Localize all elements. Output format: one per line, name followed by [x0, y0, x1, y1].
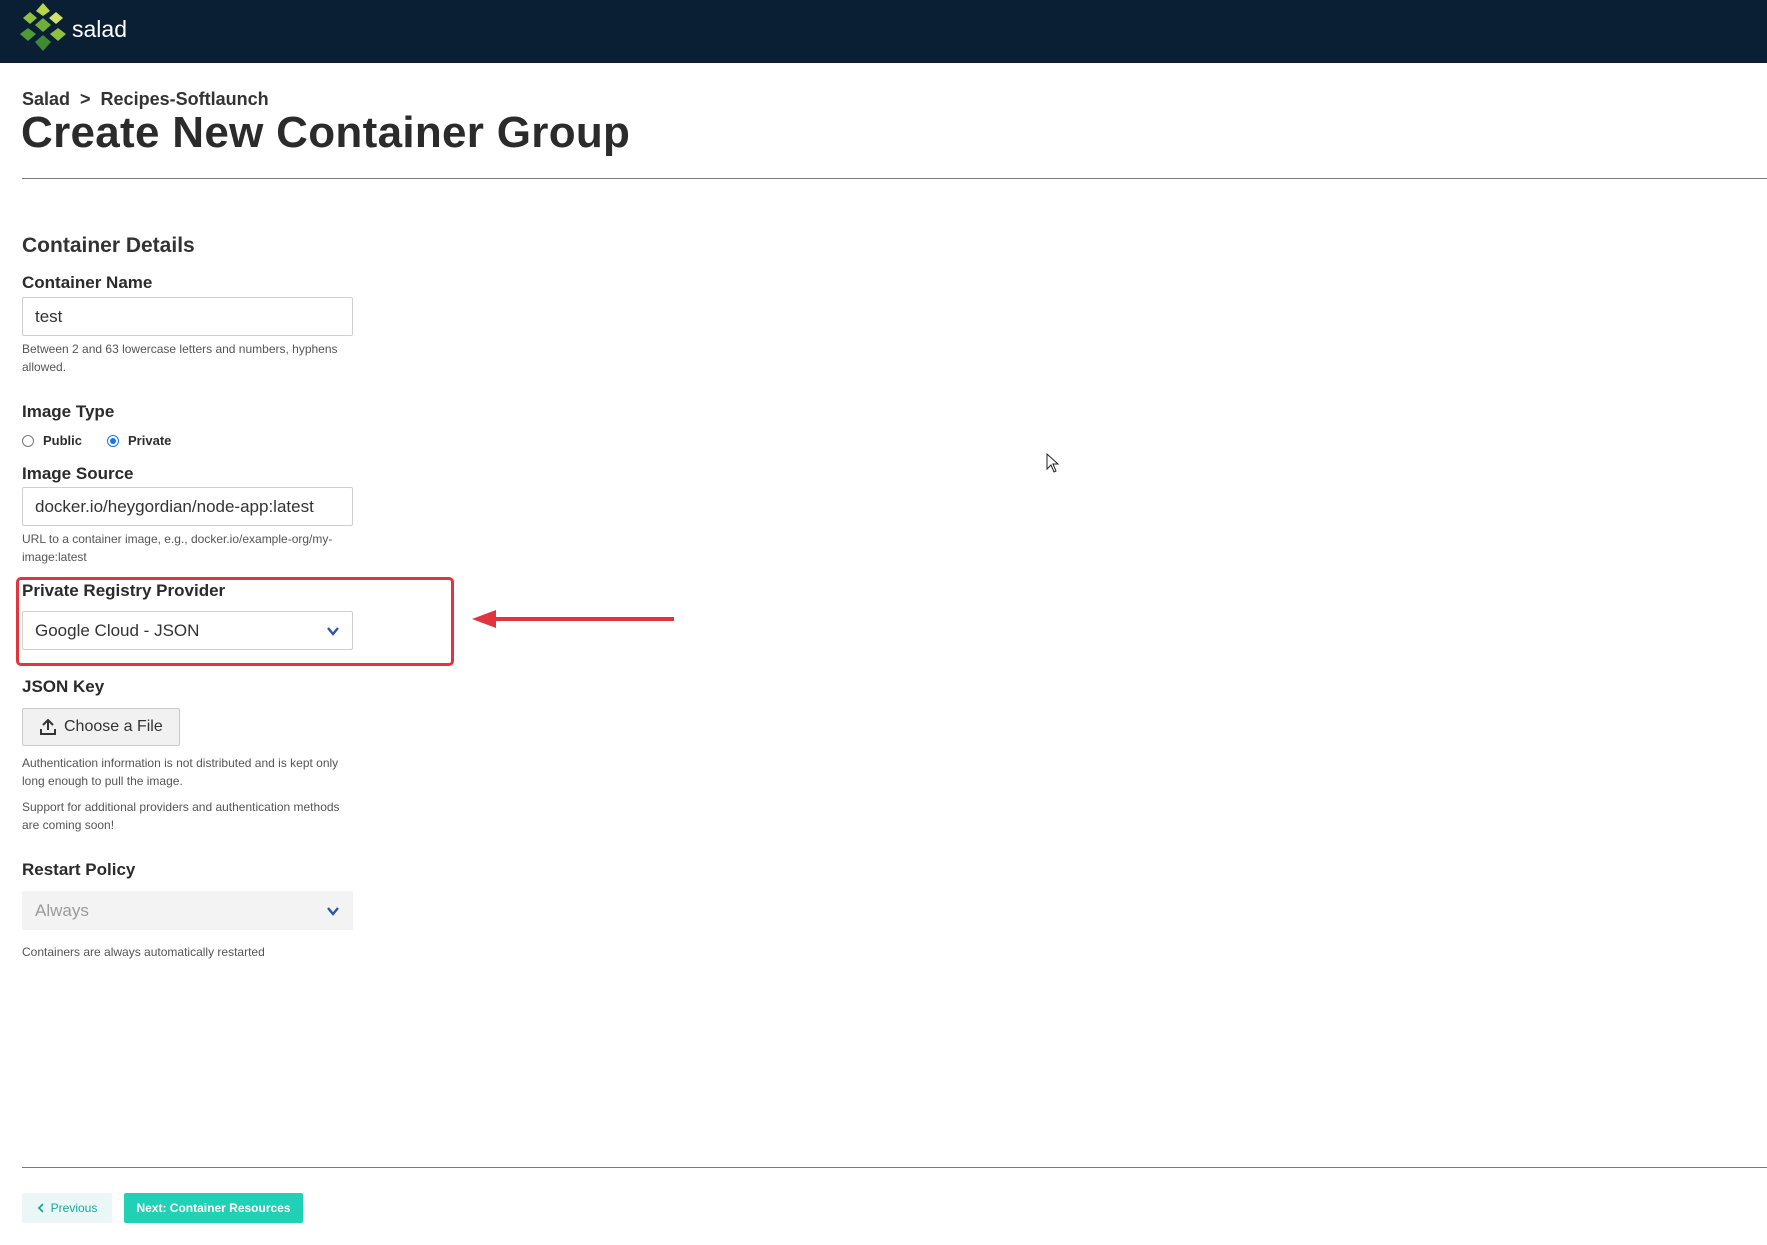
- upload-icon: [40, 719, 56, 735]
- radio-private[interactable]: Private: [107, 433, 171, 448]
- chevron-left-icon: [37, 1203, 44, 1213]
- radio-public-label: Public: [43, 433, 83, 448]
- container-name-help: Between 2 and 63 lowercase letters and n…: [22, 342, 338, 374]
- breadcrumb-current[interactable]: Recipes-Softlaunch: [101, 89, 269, 110]
- radio-public-button[interactable]: [22, 434, 34, 447]
- image-source-help: URL to a container image, e.g., docker.i…: [22, 532, 333, 564]
- next-label: Next: Container Resources: [136, 1201, 291, 1215]
- brand-name: salad: [72, 16, 127, 42]
- json-key-help-support: Support for additional providers and aut…: [22, 800, 340, 832]
- radio-public[interactable]: Public: [22, 433, 82, 448]
- choose-file-button[interactable]: Choose a File: [22, 708, 180, 746]
- image-source-input[interactable]: docker.io/heygordian/node-app:latest: [22, 487, 353, 526]
- mouse-cursor-icon: [1046, 453, 1060, 473]
- salad-logo-icon[interactable]: [20, 3, 66, 51]
- json-key-help-auth: Authentication information is not distri…: [22, 756, 339, 788]
- restart-policy-help: Containers are always automatically rest…: [22, 945, 265, 959]
- container-name-input[interactable]: test: [22, 297, 353, 336]
- breadcrumb-separator: >: [80, 89, 91, 109]
- annotation-arrow-icon: [472, 610, 674, 628]
- section-title: Container Details: [22, 234, 195, 257]
- breadcrumb: Salad > Recipes-Softlaunch: [22, 89, 269, 110]
- highlight-box: [16, 577, 454, 666]
- chevron-down-icon: [327, 907, 339, 916]
- radio-private-label: Private: [128, 433, 172, 448]
- image-type-label: Image Type: [22, 402, 115, 421]
- image-source-label: Image Source: [22, 464, 134, 483]
- radio-private-button[interactable]: [107, 434, 120, 447]
- breadcrumb-root[interactable]: Salad: [22, 89, 70, 110]
- page-title: Create New Container Group: [21, 108, 631, 157]
- restart-policy-label: Restart Policy: [22, 860, 136, 879]
- choose-file-label: Choose a File: [64, 718, 163, 735]
- restart-policy-select[interactable]: Always: [22, 891, 353, 930]
- previous-label: Previous: [50, 1201, 98, 1215]
- json-key-label: JSON Key: [22, 677, 105, 696]
- image-type-radio-group: Public Private: [22, 433, 196, 448]
- restart-policy-value: Always: [35, 901, 89, 920]
- header-divider: [22, 178, 1767, 179]
- next-container-resources-button[interactable]: Next: Container Resources: [124, 1193, 303, 1223]
- top-navbar: salad: [0, 0, 1767, 63]
- previous-button[interactable]: Previous: [22, 1193, 112, 1223]
- footer-divider: [22, 1167, 1767, 1168]
- container-name-label: Container Name: [22, 273, 153, 292]
